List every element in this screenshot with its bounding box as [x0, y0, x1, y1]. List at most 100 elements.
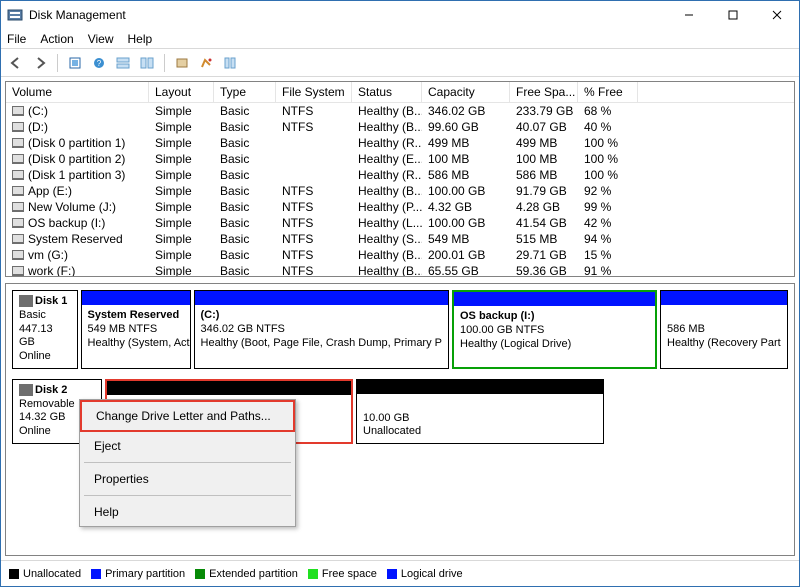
action-icon-2[interactable]	[195, 52, 217, 74]
col-status[interactable]: Status	[352, 82, 422, 102]
swatch-black	[9, 569, 19, 579]
vol-type: Basic	[214, 151, 276, 167]
disk-name: Disk 1	[35, 295, 67, 307]
drive-icon	[12, 266, 24, 276]
vol-capacity: 65.55 GB	[422, 263, 510, 276]
back-button[interactable]	[5, 52, 27, 74]
disk-1-parts: System Reserved549 MB NTFSHealthy (Syste…	[78, 290, 788, 369]
vol-pct: 100 %	[578, 135, 638, 151]
table-row[interactable]: (Disk 1 partition 3)SimpleBasicHealthy (…	[6, 167, 794, 183]
legend-unallocated: Unallocated	[9, 568, 81, 580]
close-button[interactable]	[755, 1, 799, 29]
vol-status: Healthy (R...	[352, 135, 422, 151]
vol-layout: Simple	[149, 183, 214, 199]
toolbar-sep	[164, 54, 165, 72]
part-os-backup[interactable]: OS backup (I:)100.00 GB NTFSHealthy (Log…	[452, 290, 657, 369]
drive-icon	[12, 170, 24, 180]
vol-name: System Reserved	[28, 232, 123, 246]
vol-type: Basic	[214, 167, 276, 183]
menu-file[interactable]: File	[7, 32, 26, 46]
table-row[interactable]: (Disk 0 partition 2)SimpleBasicHealthy (…	[6, 151, 794, 167]
legend-primary: Primary partition	[91, 568, 185, 580]
disk-type: Removable	[19, 398, 75, 410]
refresh-icon[interactable]	[64, 52, 86, 74]
part-c[interactable]: (C:)346.02 GB NTFSHealthy (Boot, Page Fi…	[194, 290, 449, 369]
menu-action[interactable]: Action	[40, 32, 73, 46]
forward-button[interactable]	[29, 52, 51, 74]
part-unallocated[interactable]: 10.00 GBUnallocated	[356, 379, 604, 444]
titlebar: Disk Management	[1, 1, 799, 29]
col-pct[interactable]: % Free	[578, 82, 638, 102]
menu-separator	[84, 495, 291, 496]
svg-text:?: ?	[97, 59, 102, 68]
vol-pct: 100 %	[578, 167, 638, 183]
col-capacity[interactable]: Capacity	[422, 82, 510, 102]
vol-name: OS backup (I:)	[28, 216, 105, 230]
view-icon-1[interactable]	[112, 52, 134, 74]
part-title: System Reserved	[88, 309, 180, 321]
table-row[interactable]: (Disk 0 partition 1)SimpleBasicHealthy (…	[6, 135, 794, 151]
disk-state: Online	[19, 350, 51, 362]
table-row[interactable]: New Volume (J:)SimpleBasicNTFSHealthy (P…	[6, 199, 794, 215]
maximize-button[interactable]	[711, 1, 755, 29]
part-title: OS backup (I:)	[460, 310, 535, 322]
vol-status: Healthy (R...	[352, 167, 422, 183]
swatch-green	[308, 569, 318, 579]
disk-state: Online	[19, 425, 51, 437]
vol-layout: Simple	[149, 231, 214, 247]
volume-list[interactable]: Volume Layout Type File System Status Ca…	[5, 81, 795, 277]
disk-size: 14.32 GB	[19, 411, 65, 423]
table-row[interactable]: (D:)SimpleBasicNTFSHealthy (B...99.60 GB…	[6, 119, 794, 135]
action-icon-3[interactable]	[219, 52, 241, 74]
vol-capacity: 4.32 GB	[422, 199, 510, 215]
col-fs[interactable]: File System	[276, 82, 352, 102]
vol-name: vm (G:)	[28, 248, 68, 262]
table-row[interactable]: vm (G:)SimpleBasicNTFSHealthy (B...200.0…	[6, 247, 794, 263]
menu-help[interactable]: Help	[80, 498, 295, 526]
vol-fs: NTFS	[276, 215, 352, 231]
vol-type: Basic	[214, 103, 276, 119]
part-status: Unallocated	[363, 425, 421, 437]
action-icon-1[interactable]	[171, 52, 193, 74]
vol-layout: Simple	[149, 151, 214, 167]
menu-properties[interactable]: Properties	[80, 465, 295, 493]
menu-eject[interactable]: Eject	[80, 432, 295, 460]
toolbar: ?	[1, 49, 799, 77]
vol-name: App (E:)	[28, 184, 72, 198]
table-row[interactable]: work (F:)SimpleBasicNTFSHealthy (B...65.…	[6, 263, 794, 276]
vol-capacity: 200.01 GB	[422, 247, 510, 263]
part-system-reserved[interactable]: System Reserved549 MB NTFSHealthy (Syste…	[81, 290, 191, 369]
table-row[interactable]: (C:)SimpleBasicNTFSHealthy (B...346.02 G…	[6, 103, 794, 119]
toolbar-sep	[57, 54, 58, 72]
col-layout[interactable]: Layout	[149, 82, 214, 102]
menu-change-drive-letter[interactable]: Change Drive Letter and Paths...	[80, 400, 295, 432]
vol-type: Basic	[214, 199, 276, 215]
table-row[interactable]: System ReservedSimpleBasicNTFSHealthy (S…	[6, 231, 794, 247]
unallocated-stripe	[107, 381, 351, 395]
vol-fs	[276, 167, 352, 183]
vol-name: (D:)	[28, 120, 48, 134]
col-free[interactable]: Free Spa...	[510, 82, 578, 102]
vol-fs: NTFS	[276, 103, 352, 119]
part-sub: 346.02 GB NTFS	[201, 323, 285, 335]
disk-row-1: Disk 1 Basic 447.13 GB Online System Res…	[12, 290, 788, 369]
table-row[interactable]: App (E:)SimpleBasicNTFSHealthy (B...100.…	[6, 183, 794, 199]
vol-free: 40.07 GB	[510, 119, 578, 135]
help-icon[interactable]: ?	[88, 52, 110, 74]
minimize-button[interactable]	[667, 1, 711, 29]
drive-icon	[12, 234, 24, 244]
table-row[interactable]: OS backup (I:)SimpleBasicNTFSHealthy (L.…	[6, 215, 794, 231]
disk-icon	[19, 295, 33, 307]
vol-free: 499 MB	[510, 135, 578, 151]
vol-free: 100 MB	[510, 151, 578, 167]
view-icon-2[interactable]	[136, 52, 158, 74]
menu-view[interactable]: View	[88, 32, 114, 46]
disk-label-1[interactable]: Disk 1 Basic 447.13 GB Online	[12, 290, 78, 369]
vol-pct: 68 %	[578, 103, 638, 119]
vol-type: Basic	[214, 231, 276, 247]
col-volume[interactable]: Volume	[6, 82, 149, 102]
part-recovery[interactable]: 586 MBHealthy (Recovery Part	[660, 290, 788, 369]
menu-help[interactable]: Help	[128, 32, 153, 46]
col-type[interactable]: Type	[214, 82, 276, 102]
vol-name: (Disk 1 partition 3)	[28, 168, 125, 182]
